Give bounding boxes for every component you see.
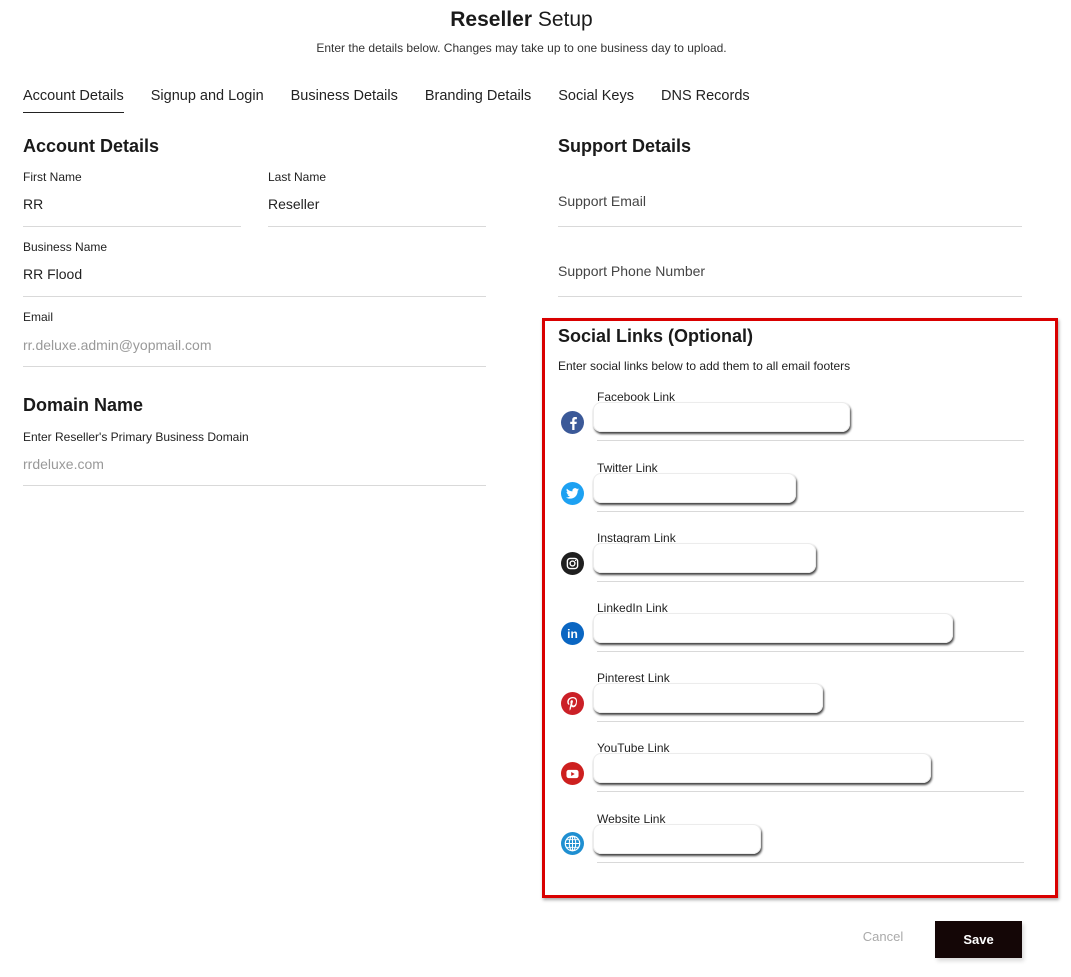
support-email-field[interactable]: Support Email	[558, 193, 1022, 227]
facebook-icon	[561, 411, 584, 434]
twitter-link-row: Twitter Link	[558, 461, 1024, 531]
last-name-label: Last Name	[268, 170, 327, 184]
email-label: Email	[23, 310, 54, 324]
youtube-link-input[interactable]	[593, 753, 931, 783]
linkedin-link-input[interactable]	[593, 613, 953, 643]
social-links-section: Social Links (Optional) Enter social lin…	[542, 318, 1058, 898]
support-details-title: Support Details	[558, 136, 692, 156]
business-name-value[interactable]: RR Flood	[23, 266, 486, 282]
last-name-field[interactable]: Last Name Reseller	[268, 170, 486, 227]
page-title-rest: Setup	[532, 8, 593, 31]
business-name-field[interactable]: Business Name RR Flood	[23, 240, 486, 297]
tab-dns-records[interactable]: DNS Records	[661, 88, 750, 113]
tab-branding-details[interactable]: Branding Details	[425, 88, 531, 113]
domain-value[interactable]: rrdeluxe.com	[23, 456, 486, 472]
pinterest-link-input[interactable]	[593, 683, 823, 713]
cancel-button[interactable]: Cancel	[853, 929, 913, 944]
save-button[interactable]: Save	[935, 921, 1022, 958]
instagram-link-input[interactable]	[593, 543, 816, 573]
first-name-value[interactable]: RR	[23, 196, 241, 212]
page-title-bold: Reseller	[450, 8, 532, 31]
tab-signup-and-login[interactable]: Signup and Login	[151, 88, 264, 113]
domain-field[interactable]: Enter Reseller's Primary Business Domain…	[23, 430, 486, 486]
globe-icon	[561, 832, 584, 855]
support-phone-field[interactable]: Support Phone Number	[558, 263, 1022, 297]
youtube-link-row: YouTube Link	[558, 741, 1024, 811]
social-links-description: Enter social links below to add them to …	[558, 359, 851, 373]
twitter-link-input[interactable]	[593, 473, 796, 503]
youtube-link-divider	[597, 791, 1024, 792]
business-name-label: Business Name	[23, 240, 108, 254]
youtube-icon	[561, 762, 584, 785]
last-name-value[interactable]: Reseller	[268, 196, 486, 212]
instagram-icon	[561, 552, 584, 575]
instagram-link-divider	[597, 581, 1024, 582]
page-title: Reseller Setup	[0, 8, 1043, 32]
support-email-placeholder: Support Email	[558, 193, 646, 209]
facebook-link-row: Facebook Link	[558, 390, 1024, 460]
website-link-divider	[597, 862, 1024, 863]
tab-social-keys[interactable]: Social Keys	[558, 88, 634, 113]
tab-business-details[interactable]: Business Details	[291, 88, 398, 113]
pinterest-link-divider	[597, 721, 1024, 722]
email-field[interactable]: Email rr.deluxe.admin@yopmail.com	[23, 310, 486, 367]
facebook-link-input[interactable]	[593, 402, 850, 432]
support-phone-placeholder: Support Phone Number	[558, 263, 706, 279]
facebook-link-divider	[597, 440, 1024, 441]
social-links-title: Social Links (Optional)	[558, 326, 754, 346]
website-link-row: Website Link	[558, 812, 1024, 882]
tab-bar: Account Details Signup and Login Busines…	[23, 88, 777, 113]
account-details-title: Account Details	[23, 136, 160, 156]
domain-name-title: Domain Name	[23, 395, 144, 415]
linkedin-link-row: LinkedIn Link in	[558, 601, 1024, 671]
linkedin-icon: in	[561, 622, 584, 645]
pinterest-icon	[561, 692, 584, 715]
linkedin-link-divider	[597, 651, 1024, 652]
first-name-label: First Name	[23, 170, 82, 184]
pinterest-link-row: Pinterest Link	[558, 671, 1024, 741]
domain-label: Enter Reseller's Primary Business Domain	[23, 430, 249, 444]
twitter-icon	[561, 482, 584, 505]
twitter-link-divider	[597, 511, 1024, 512]
first-name-field[interactable]: First Name RR	[23, 170, 241, 227]
instagram-link-row: Instagram Link	[558, 531, 1024, 601]
email-value: rr.deluxe.admin@yopmail.com	[23, 337, 212, 353]
tab-account-details[interactable]: Account Details	[23, 88, 124, 113]
page-subtitle: Enter the details below. Changes may tak…	[316, 41, 727, 55]
website-link-input[interactable]	[593, 824, 761, 854]
